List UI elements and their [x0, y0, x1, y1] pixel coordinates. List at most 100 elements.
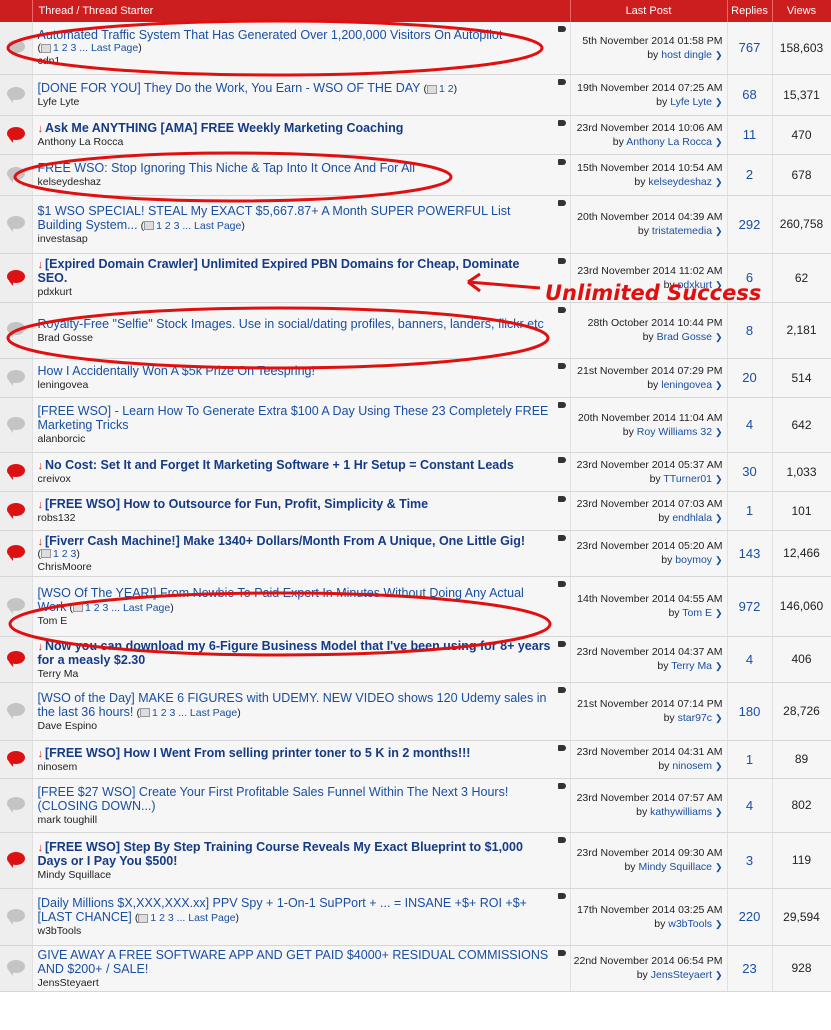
last-post-author[interactable]: kathywilliams — [650, 806, 712, 818]
thread-starter[interactable]: Tom E — [38, 615, 552, 627]
thread-starter[interactable]: w3bTools — [38, 925, 552, 937]
replies-count[interactable]: 143 — [739, 546, 761, 561]
header-views[interactable]: Views — [772, 0, 831, 22]
thread-row[interactable]: How I Accidentally Won A $5k Prize On Te… — [0, 358, 831, 398]
thread-title-link[interactable]: [Expired Domain Crawler] Unlimited Expir… — [38, 257, 520, 285]
last-post-author[interactable]: boymoy — [675, 554, 712, 566]
page-link[interactable]: 1 2 3 ... Last Page — [85, 602, 170, 614]
thread-row[interactable]: [FREE WSO] - Learn How To Generate Extra… — [0, 397, 831, 453]
page-link[interactable]: 1 2 3 ... Last Page — [53, 42, 138, 54]
thread-row[interactable]: ↓ [Expired Domain Crawler] Unlimited Expi… — [0, 253, 831, 303]
thread-starter[interactable]: JensSteyaert — [38, 977, 552, 989]
last-post-author[interactable]: pdxkurt — [678, 279, 712, 291]
thread-title-link[interactable]: $1 WSO SPECIAL! STEAL My EXACT $5,667.87… — [38, 204, 511, 232]
last-post-author[interactable]: host dingle — [661, 49, 712, 61]
go-to-post-icon[interactable]: ❯ — [715, 513, 723, 523]
last-post-author[interactable]: endhlala — [672, 512, 712, 524]
thread-title-link[interactable]: Now you can download my 6-Figure Busines… — [38, 639, 551, 667]
replies-count[interactable]: 30 — [742, 464, 756, 479]
page-link[interactable]: 1 2 3 ... Last Page — [150, 912, 235, 924]
thread-starter[interactable]: ChrisMoore — [38, 561, 552, 573]
thread-title-link[interactable]: [Fiverr Cash Machine!] Make 1340+ Dollar… — [45, 534, 525, 548]
replies-count[interactable]: 4 — [746, 798, 753, 813]
thread-title-link[interactable]: Royalty-Free "Selfie" Stock Images. Use … — [38, 317, 544, 331]
thread-title-link[interactable]: [FREE $27 WSO] Create Your First Profita… — [38, 785, 509, 813]
thread-starter[interactable]: Terry Ma — [38, 668, 552, 680]
thread-row[interactable]: ↓ [FREE WSO] Step By Step Training Course… — [0, 832, 831, 889]
last-post-author[interactable]: star97c — [678, 712, 712, 724]
go-to-post-icon[interactable]: ❯ — [715, 919, 723, 929]
header-thread[interactable]: Thread / Thread Starter — [32, 0, 571, 22]
thread-title-link[interactable]: Automated Traffic System That Has Genera… — [38, 28, 503, 42]
thread-starter[interactable]: robs132 — [38, 512, 552, 524]
thread-starter[interactable]: ninosem — [38, 761, 552, 773]
last-post-author[interactable]: Brad Gosse — [657, 331, 712, 343]
thread-starter[interactable]: Mindy Squillace — [38, 869, 552, 881]
thread-row[interactable]: ↓ [Fiverr Cash Machine!] Make 1340+ Dolla… — [0, 530, 831, 577]
last-post-author[interactable]: JensSteyaert — [651, 969, 712, 981]
go-to-post-icon[interactable]: ❯ — [715, 427, 723, 437]
go-to-post-icon[interactable]: ❯ — [715, 177, 723, 187]
thread-starter[interactable]: investasap — [38, 233, 552, 245]
replies-count[interactable]: 6 — [746, 270, 753, 285]
replies-count[interactable]: 1 — [746, 503, 753, 518]
thread-row[interactable]: [WSO of the Day] MAKE 6 FIGURES with UDE… — [0, 682, 831, 741]
go-to-post-icon[interactable]: ❯ — [715, 380, 723, 390]
last-post-author[interactable]: Anthony La Rocca — [626, 136, 712, 148]
thread-starter[interactable]: Brad Gosse — [38, 332, 552, 344]
last-post-author[interactable]: leningovea — [661, 379, 712, 391]
thread-row[interactable]: ↓ [FREE WSO] How I Went From selling prin… — [0, 740, 831, 779]
go-to-post-icon[interactable]: ❯ — [715, 862, 723, 872]
thread-title-link[interactable]: No Cost: Set It and Forget It Marketing … — [45, 458, 514, 472]
thread-row[interactable]: ↓ Now you can download my 6-Figure Busine… — [0, 636, 831, 683]
go-to-post-icon[interactable]: ❯ — [715, 807, 723, 817]
thread-starter[interactable]: pdxkurt — [38, 286, 552, 298]
thread-row[interactable]: GIVE AWAY A FREE SOFTWARE APP AND GET PA… — [0, 945, 831, 992]
go-to-post-icon[interactable]: ❯ — [715, 713, 723, 723]
replies-count[interactable]: 767 — [739, 40, 761, 55]
thread-row[interactable]: FREE WSO: Stop Ignoring This Niche & Tap… — [0, 154, 831, 196]
replies-count[interactable]: 180 — [739, 704, 761, 719]
replies-count[interactable]: 23 — [742, 961, 756, 976]
thread-title-link[interactable]: Ask Me ANYTHING [AMA] FREE Weekly Market… — [45, 121, 403, 135]
last-post-author[interactable]: Roy Williams 32 — [637, 426, 712, 438]
thread-row[interactable]: ↓ [FREE WSO] How to Outsource for Fun, Pr… — [0, 491, 831, 531]
page-link[interactable]: 1 2 — [439, 83, 454, 95]
page-link[interactable]: 1 2 3 — [53, 548, 76, 560]
go-to-post-icon[interactable]: ❯ — [715, 50, 723, 60]
thread-row[interactable]: [DONE FOR YOU] They Do the Work, You Ear… — [0, 74, 831, 116]
page-link[interactable]: 1 2 3 ... Last Page — [152, 707, 237, 719]
thread-row[interactable]: Automated Traffic System That Has Genera… — [0, 22, 831, 75]
thread-title-link[interactable]: [Daily Millions $X,XXX,XXX.xx] PPV Spy +… — [38, 896, 527, 924]
last-post-author[interactable]: kelseydeshaz — [648, 176, 712, 188]
thread-row[interactable]: [FREE $27 WSO] Create Your First Profita… — [0, 778, 831, 833]
thread-title-link[interactable]: How I Accidentally Won A $5k Prize On Te… — [38, 364, 315, 378]
thread-row[interactable]: [WSO Of The YEAR!] From Newbie To Paid E… — [0, 576, 831, 637]
thread-row[interactable]: [Daily Millions $X,XXX,XXX.xx] PPV Spy +… — [0, 888, 831, 946]
go-to-post-icon[interactable]: ❯ — [715, 970, 723, 980]
thread-row[interactable]: $1 WSO SPECIAL! STEAL My EXACT $5,667.87… — [0, 195, 831, 254]
last-post-author[interactable]: w3bTools — [668, 918, 712, 930]
thread-title-link[interactable]: [FREE WSO] Step By Step Training Course … — [38, 840, 523, 868]
thread-title-link[interactable]: [WSO of the Day] MAKE 6 FIGURES with UDE… — [38, 691, 547, 719]
go-to-post-icon[interactable]: ❯ — [715, 661, 723, 671]
thread-starter[interactable]: Lyfe Lyte — [38, 96, 552, 108]
thread-title-link[interactable]: [FREE WSO] - Learn How To Generate Extra… — [38, 404, 549, 432]
last-post-author[interactable]: Tom E — [682, 607, 712, 619]
go-to-post-icon[interactable]: ❯ — [715, 332, 723, 342]
go-to-post-icon[interactable]: ❯ — [715, 761, 723, 771]
go-to-post-icon[interactable]: ❯ — [715, 137, 723, 147]
last-post-author[interactable]: ninosem — [672, 760, 712, 772]
thread-title-link[interactable]: [DONE FOR YOU] They Do the Work, You Ear… — [38, 81, 421, 95]
thread-title-link[interactable]: [FREE WSO] How to Outsource for Fun, Pro… — [45, 497, 428, 511]
replies-count[interactable]: 2 — [746, 167, 753, 182]
go-to-post-icon[interactable]: ❯ — [715, 226, 723, 236]
thread-starter[interactable]: Dave Espino — [38, 720, 552, 732]
thread-starter[interactable]: cdn1 — [38, 55, 552, 67]
go-to-post-icon[interactable]: ❯ — [715, 555, 723, 565]
replies-count[interactable]: 972 — [739, 599, 761, 614]
replies-count[interactable]: 8 — [746, 323, 753, 338]
thread-title-link[interactable]: FREE WSO: Stop Ignoring This Niche & Tap… — [38, 161, 416, 175]
thread-starter[interactable]: Anthony La Rocca — [38, 136, 552, 148]
thread-starter[interactable]: mark toughill — [38, 814, 552, 826]
